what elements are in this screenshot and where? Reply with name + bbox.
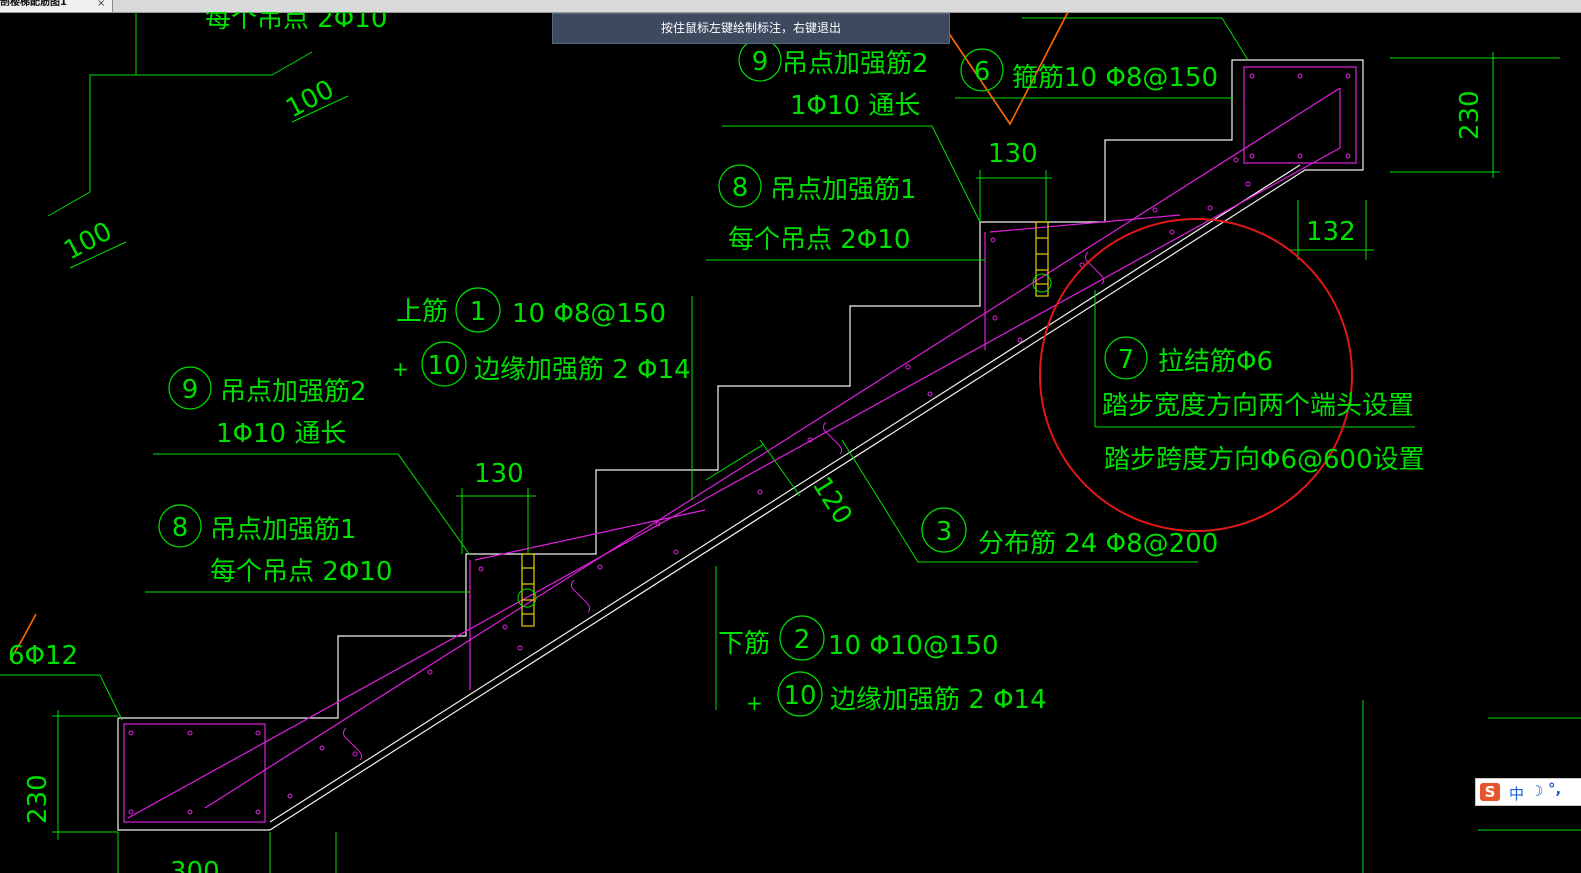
rebar-8-left-number: 8 — [172, 513, 189, 543]
rebar-6-number: 6 — [974, 57, 991, 87]
rebar-1-text: 10 Φ8@150 — [512, 299, 666, 329]
rebar-9-top-number: 9 — [752, 47, 769, 77]
rebar-7-note-1: 踏步宽度方向两个端头设置 — [1102, 391, 1414, 421]
dim-130-top: 130 — [988, 139, 1038, 169]
rebar-10-a-number: 10 — [427, 351, 460, 381]
hanger-bar-left — [474, 509, 706, 561]
rebar-9-left-number: 9 — [182, 375, 199, 405]
dim-130-left: 130 — [474, 459, 524, 489]
rebar-3-number: 3 — [936, 517, 953, 547]
rebar-9-left-line2: 1Φ10 通长 — [216, 419, 346, 449]
dim-120: 120 — [806, 472, 858, 530]
rebar-8-left-line1: 吊点加强筋1 — [210, 515, 357, 545]
dim-230-left: 230 — [23, 774, 53, 824]
rebar-2-text: 10 Φ10@150 — [828, 631, 999, 661]
sogou-logo-icon[interactable]: S — [1480, 783, 1500, 801]
cad-canvas[interactable]: 每个吊点 2Φ10 100 100 9 吊点加强筋2 1Φ10 通长 6 箍筋1… — [0, 12, 1581, 873]
upper-bar-label: 上筋 — [396, 297, 448, 327]
dim-132: 132 — [1306, 217, 1356, 247]
rebar-9-left-line1: 吊点加强筋2 — [220, 377, 367, 407]
rebar-10-b-number: 10 — [783, 681, 816, 711]
rebar-7-text: 拉结筋Φ6 — [1158, 347, 1273, 377]
rebar-7-number: 7 — [1118, 345, 1135, 375]
stair-soffit-inner — [269, 164, 1301, 823]
left-cut-text: 6Φ12 — [8, 641, 78, 671]
drawing-tab[interactable]: 剖楼梯配筋图1 × — [0, 0, 113, 12]
ime-mode-toggle[interactable]: 中 — [1509, 783, 1524, 804]
drawing-tab-label: 剖楼梯配筋图1 — [0, 0, 67, 8]
dim-100-b: 100 — [59, 216, 117, 266]
dim-bottom: 300 — [170, 857, 220, 873]
lower-bar-label: 下筋 — [718, 629, 770, 659]
bottom-beam-stirrup — [123, 723, 266, 823]
dim-230-right: 230 — [1455, 90, 1485, 140]
plus-sign-1: + — [392, 357, 409, 381]
punctuation-icon[interactable]: °, — [1548, 780, 1561, 798]
rebar-7-note-2: 踏步跨度方向Φ6@600设置 — [1104, 445, 1425, 475]
top-cut-text: 每个吊点 2Φ10 — [205, 12, 387, 34]
moon-icon[interactable]: ☽ — [1530, 782, 1543, 800]
rebar-2-number: 2 — [794, 625, 811, 655]
dim-100-a: 100 — [281, 74, 339, 124]
rebar-6-text: 箍筋10 Φ8@150 — [1012, 63, 1218, 93]
tie-hooks — [342, 251, 1105, 761]
rebar-8-top-number: 8 — [732, 173, 749, 203]
ime-toolbar[interactable]: S 中 ☽ °, — [1475, 778, 1581, 806]
rebar-3-text: 分布筋 24 Φ8@200 — [978, 529, 1218, 559]
drawing-hint-banner: 按住鼠标左键绘制标注，右键退出 — [552, 13, 950, 44]
rebar-8-top-line1: 吊点加强筋1 — [770, 175, 917, 205]
rebar-8-left-line2: 每个吊点 2Φ10 — [210, 557, 392, 587]
lifting-hook-right — [1035, 221, 1049, 297]
hanger-bar-right — [989, 214, 1181, 233]
rebar-10-a-text: 边缘加强筋 2 Φ14 — [474, 355, 691, 385]
rebar-8-top-line2: 每个吊点 2Φ10 — [728, 225, 910, 255]
rebar-9-top-line1: 吊点加强筋2 — [782, 49, 929, 79]
close-icon[interactable]: × — [97, 0, 105, 9]
rebar-1-number: 1 — [470, 297, 487, 327]
plus-sign-2: + — [746, 691, 763, 715]
rebar-10-b-text: 边缘加强筋 2 Φ14 — [830, 685, 1047, 715]
rebar-9-top-line2: 1Φ10 通长 — [790, 91, 920, 121]
